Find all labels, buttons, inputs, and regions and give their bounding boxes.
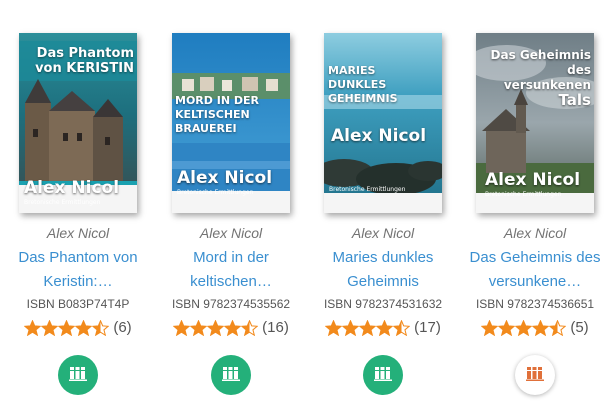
star-icon — [358, 319, 377, 336]
cover-author-overlay: Alex Nicol — [331, 126, 427, 146]
star-icon — [23, 319, 42, 336]
book-title-link[interactable]: Mord in der keltischen… — [159, 246, 303, 294]
cover-title-overlay: MARIES DUNKLES GEHEIMNIS — [328, 64, 440, 106]
cover-series-overlay: Bretonische Ermittlungen — [177, 189, 254, 196]
book-author: Alex Nicol — [199, 225, 263, 241]
star-icon — [375, 319, 394, 336]
star-icon — [324, 319, 343, 336]
book-title-link[interactable]: Das Phantom von Keristin:… — [6, 246, 150, 294]
cover-author-overlay: Alex Nicol — [177, 168, 273, 188]
star-icon — [341, 319, 360, 336]
cover-title-line: des versunkenen — [503, 63, 591, 92]
cover-title-line: MARIES — [328, 64, 376, 77]
cover-title-line: KELTISCHEN — [175, 108, 250, 121]
star-icon — [74, 319, 93, 336]
book-card: Das Geheimnis des versunkenen Tals Alex … — [459, 0, 611, 416]
star-icon — [480, 319, 499, 336]
books-icon-glyph — [222, 366, 240, 381]
cover-title-overlay: MORD IN DER KELTISCHEN BRAUEREI — [175, 94, 289, 136]
book-rating: (17) — [307, 318, 459, 336]
star-rating — [23, 319, 110, 336]
book-rating: (16) — [155, 318, 307, 336]
books-icon-glyph — [374, 366, 392, 381]
star-icon — [57, 319, 76, 336]
star-icon — [514, 319, 533, 336]
book-card: MORD IN DER KELTISCHEN BRAUEREI Alex Nic… — [155, 0, 307, 416]
book-rating: (6) — [2, 318, 154, 336]
star-rating — [480, 319, 567, 336]
cover-title-line: Das Geheimnis — [490, 48, 591, 62]
books-icon — [526, 365, 544, 386]
star-icon — [40, 319, 59, 336]
cover-series-overlay: Bretonische Ermittlungen — [329, 186, 406, 193]
book-title-link[interactable]: Das Geheimnis des versunkene… — [463, 246, 607, 294]
star-icon — [172, 319, 191, 336]
library-button[interactable] — [211, 355, 251, 395]
star-icon — [223, 319, 242, 336]
cover-author-overlay: Alex Nicol — [24, 178, 120, 198]
book-title-link[interactable]: Maries dunkles Geheimnis — [311, 246, 455, 294]
book-author: Alex Nicol — [351, 225, 415, 241]
book-card: Das Phantom von KERISTIN Alex Nicol Bret… — [2, 0, 154, 416]
star-icon — [189, 319, 208, 336]
books-icon-glyph — [69, 366, 87, 381]
cover-title-line: Das Phantom — [36, 46, 134, 61]
cover-title-overlay: Das Geheimnis des versunkenen Tals — [477, 48, 591, 108]
cover-series-overlay: Bretonische Ermittlungen — [485, 191, 562, 198]
rating-count: (5) — [570, 318, 589, 336]
rating-count: (17) — [414, 318, 441, 336]
cover-author-overlay: Alex Nicol — [485, 170, 581, 190]
star-icon — [548, 319, 567, 336]
star-icon — [497, 319, 516, 336]
cover-title-line: Tals — [558, 91, 592, 109]
cover-title-line: MORD IN DER — [175, 94, 259, 107]
star-rating — [172, 319, 259, 336]
library-button[interactable] — [515, 355, 555, 395]
library-button[interactable] — [58, 355, 98, 395]
rating-count: (6) — [113, 318, 132, 336]
book-isbn: ISBN 9782374531632 — [323, 297, 443, 311]
book-author: Alex Nicol — [503, 225, 567, 241]
rating-count: (16) — [262, 318, 289, 336]
books-icon — [374, 365, 392, 386]
cover-title-overlay: Das Phantom von KERISTIN — [22, 46, 134, 76]
cover-series-overlay: Bretonische Ermittlungen — [24, 199, 101, 206]
cover-title-line: GEHEIMNIS — [328, 92, 398, 105]
star-icon — [240, 319, 259, 336]
star-icon — [91, 319, 110, 336]
cover-title-line: von KERISTIN — [35, 61, 134, 76]
star-icon — [206, 319, 225, 336]
book-isbn: ISBN 9782374536651 — [475, 297, 595, 311]
book-isbn: ISBN B083P74T4P — [26, 297, 130, 311]
star-icon — [531, 319, 550, 336]
library-button[interactable] — [363, 355, 403, 395]
book-card: MARIES DUNKLES GEHEIMNIS Alex Nicol Bret… — [307, 0, 459, 416]
star-icon — [392, 319, 411, 336]
star-rating — [324, 319, 411, 336]
book-grid: Das Phantom von KERISTIN Alex Nicol Bret… — [0, 0, 613, 416]
book-rating: (5) — [459, 318, 611, 336]
book-author: Alex Nicol — [46, 225, 110, 241]
books-icon — [69, 365, 87, 386]
cover-title-line: DUNKLES — [328, 78, 387, 91]
cover-title-line: BRAUEREI — [175, 122, 237, 135]
books-icon-glyph — [526, 366, 544, 381]
books-icon — [222, 365, 240, 386]
book-isbn: ISBN 9782374535562 — [171, 297, 291, 311]
